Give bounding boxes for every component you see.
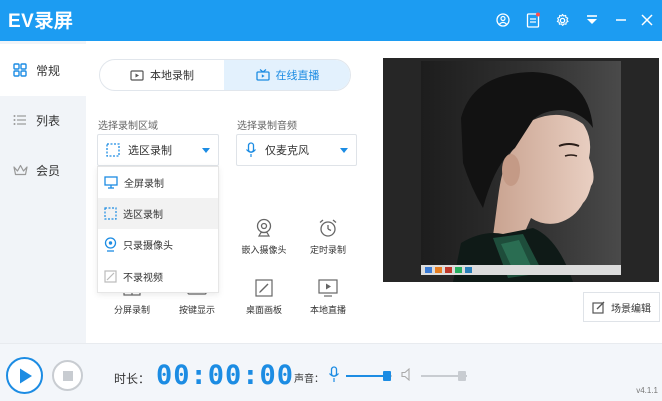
tab-local-record[interactable]: 本地录制 [100,60,224,90]
record-area-select[interactable]: 选区录制 [97,134,219,166]
sidebar-item-member[interactable]: 会员 [0,144,86,196]
title-bar: EV录屏 [0,0,662,41]
stop-icon [62,370,73,381]
pen-icon [234,275,294,301]
download-icon[interactable] [581,9,603,31]
mic-volume-fill [346,375,387,377]
speaker-volume-knob[interactable] [458,371,466,381]
option-fullscreen[interactable]: 全屏录制 [98,167,218,198]
option-label: 只录摄像头 [123,241,173,252]
tab-label: 本地录制 [150,70,194,82]
version-label: v4.1.1 [636,386,658,395]
duration-timer: 00:00:00 [156,360,295,391]
chevron-down-icon [340,148,348,153]
audio-select[interactable]: 仅麦克风 [236,134,357,166]
chevron-down-icon [202,148,210,153]
stop-record-button[interactable] [52,360,83,391]
mic-volume-slider[interactable] [346,371,392,381]
gear-icon[interactable] [551,9,573,31]
list-icon [12,112,28,128]
record-area-dropdown: 全屏录制 选区录制 只录摄像头 不录视频 [97,166,219,293]
sidebar-item-label: 列表 [36,113,61,128]
audio-label: 选择录制音频 [237,121,297,132]
option-webcam-only[interactable]: 只录摄像头 [98,229,218,260]
user-icon[interactable] [492,9,514,31]
mic-volume-knob[interactable] [383,371,391,381]
play-icon [19,368,32,383]
mic-icon[interactable] [328,366,340,383]
mic-icon [245,142,257,158]
tab-live-stream[interactable]: 在线直播 [224,60,350,90]
option-label: 选区录制 [123,210,163,221]
tool-label: 本地直播 [309,305,346,315]
app-title: EV录屏 [8,11,74,32]
local-live-tool[interactable]: 本地直播 [298,275,358,316]
tool-label: 按键显示 [178,305,215,315]
scheduled-record-tool[interactable]: 定时录制 [298,215,358,256]
audio-value: 仅麦克风 [265,145,309,157]
webcam-icon [234,215,294,241]
tool-label: 嵌入摄像头 [241,245,287,255]
tab-label: 在线直播 [275,70,320,82]
speaker-volume-slider[interactable] [421,371,467,381]
tv-icon [255,69,270,81]
option-no-video[interactable]: 不录视频 [98,261,218,292]
volume-label: 声音： [294,374,324,385]
monitor-icon [104,176,118,189]
tool-label: 分屏录制 [113,305,150,315]
scene-edit-label: 场景编辑 [611,303,651,315]
desktop-whiteboard-tool[interactable]: 桌面画板 [234,275,294,316]
sidebar: 常规 列表 会员 [0,41,86,343]
webcam-icon [104,237,117,252]
alarm-icon [298,215,358,241]
preview-image [383,58,659,282]
sidebar-item-general[interactable]: 常规 [0,44,86,96]
option-label: 不录视频 [123,273,163,284]
sidebar-item-label: 会员 [36,163,61,178]
edit-icon [592,301,605,314]
option-region[interactable]: 选区录制 [98,198,218,229]
sidebar-item-label: 常规 [36,63,61,78]
close-icon[interactable] [636,9,658,31]
tool-label: 桌面画板 [245,305,282,315]
tool-label: 定时录制 [309,245,346,255]
option-label: 全屏录制 [124,179,164,190]
preview-area [383,58,659,282]
duration-label: 时长： [114,372,151,386]
start-record-button[interactable] [6,357,43,394]
record-area-value: 选区录制 [128,145,172,157]
dashed-rect-icon [106,143,120,157]
speaker-icon[interactable] [401,368,413,381]
sidebar-item-list[interactable]: 列表 [0,94,86,146]
record-area-label: 选择录制区域 [98,121,158,132]
grid-icon [12,62,28,78]
crown-icon [12,162,28,178]
film-icon [130,69,144,81]
mode-tabs: 本地录制 在线直播 [99,59,351,91]
scene-edit-button[interactable]: 场景编辑 [583,292,660,322]
minimize-icon[interactable] [610,9,632,31]
main-panel: 本地录制 在线直播 选择录制区域 选区录制 选择录制音频 仅麦克风 嵌入摄像头 [86,41,662,343]
no-video-icon [104,270,117,283]
dashed-rect-icon [104,207,117,220]
embed-webcam-tool[interactable]: 嵌入摄像头 [234,215,294,256]
play-screen-icon [298,275,358,301]
clipboard-icon[interactable] [522,9,544,31]
bottom-bar: 时长： 00:00:00 声音： v4.1.1 [0,343,662,401]
speaker-volume-fill [421,375,462,377]
